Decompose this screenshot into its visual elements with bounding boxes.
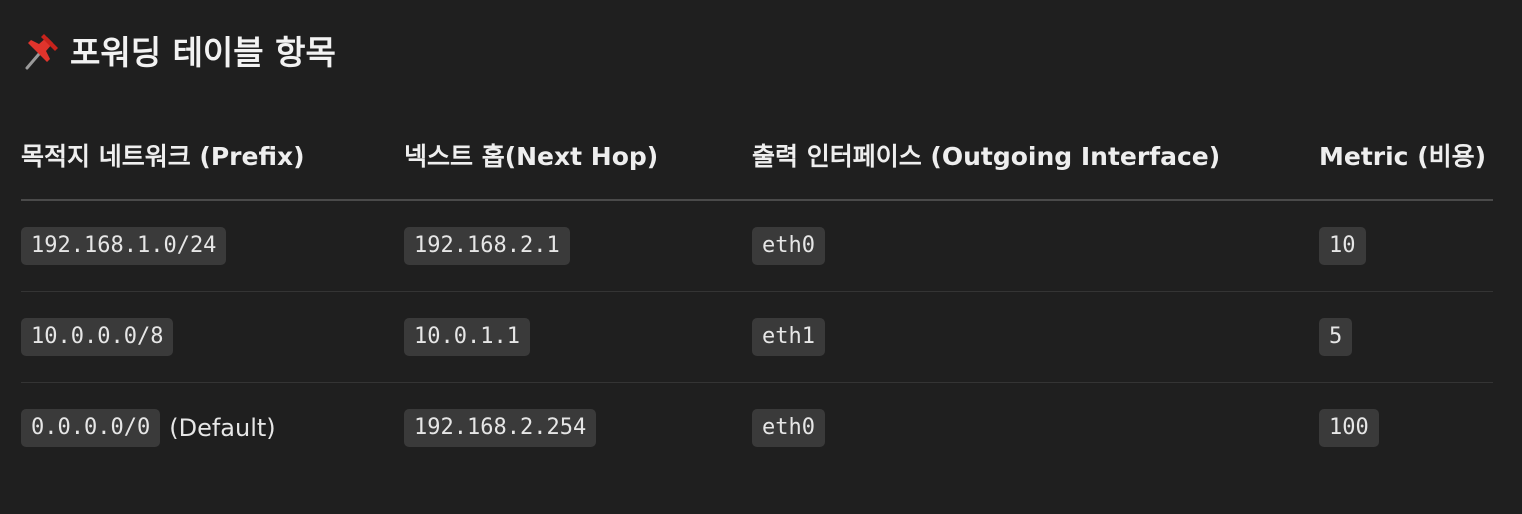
interface-code: eth1 (752, 318, 825, 356)
metric-code: 10 (1319, 227, 1366, 265)
next-hop-cell: 10.0.1.1 (404, 292, 530, 382)
metric-cell: 10 (1319, 201, 1366, 291)
forwarding-table: 목적지 네트워크 (Prefix) 넥스트 홉(Next Hop) 출력 인터페… (21, 110, 1493, 473)
table-row: 192.168.1.0/24 192.168.2.1 eth0 10 (21, 201, 1493, 292)
prefix-cell: 192.168.1.0/24 (21, 201, 227, 291)
page-title: 포워딩 테이블 항목 (22, 24, 336, 76)
metric-cell: 100 (1319, 383, 1379, 473)
next-hop-code: 192.168.2.254 (404, 409, 597, 447)
interface-code: eth0 (752, 227, 825, 265)
table-header-row: 목적지 네트워크 (Prefix) 넥스트 홉(Next Hop) 출력 인터페… (21, 110, 1493, 201)
prefix-cell: 0.0.0.0/0 (Default) (21, 383, 276, 473)
metric-cell: 5 (1319, 292, 1353, 382)
table-row: 0.0.0.0/0 (Default) 192.168.2.254 eth0 1… (21, 383, 1493, 473)
interface-cell: eth1 (752, 292, 825, 382)
next-hop-cell: 192.168.2.254 (404, 383, 597, 473)
column-header-prefix: 목적지 네트워크 (Prefix) (21, 141, 305, 171)
metric-code: 5 (1319, 318, 1353, 356)
table-row: 10.0.0.0/8 10.0.1.1 eth1 5 (21, 292, 1493, 383)
metric-code: 100 (1319, 409, 1379, 447)
prefix-code: 10.0.0.0/8 (21, 318, 174, 356)
next-hop-code: 10.0.1.1 (404, 318, 530, 356)
interface-cell: eth0 (752, 201, 825, 291)
column-header-interface: 출력 인터페이스 (Outgoing Interface) (752, 141, 1221, 171)
prefix-code: 0.0.0.0/0 (21, 409, 161, 447)
default-route-note: (Default) (169, 414, 276, 442)
pushpin-icon (22, 29, 62, 71)
prefix-cell: 10.0.0.0/8 (21, 292, 174, 382)
column-header-metric: Metric (비용) (1319, 141, 1487, 171)
page-title-text: 포워딩 테이블 항목 (70, 33, 336, 72)
next-hop-code: 192.168.2.1 (404, 227, 570, 265)
interface-cell: eth0 (752, 383, 825, 473)
next-hop-cell: 192.168.2.1 (404, 201, 570, 291)
interface-code: eth0 (752, 409, 825, 447)
prefix-code: 192.168.1.0/24 (21, 227, 227, 265)
column-header-next-hop: 넥스트 홉(Next Hop) (404, 141, 659, 171)
